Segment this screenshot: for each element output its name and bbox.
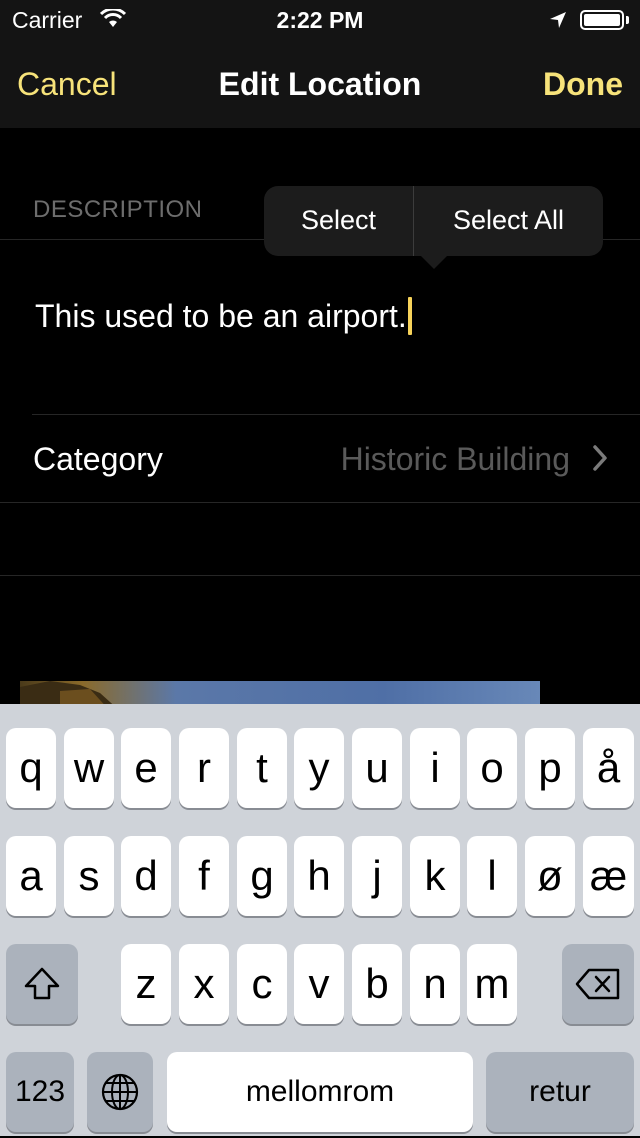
- key-s[interactable]: s: [64, 836, 114, 916]
- backspace-icon: [575, 968, 620, 1000]
- popover-arrow: [420, 255, 448, 269]
- location-arrow-icon: [548, 9, 568, 36]
- key-f[interactable]: f: [179, 836, 229, 916]
- space-key[interactable]: mellomrom: [167, 1052, 473, 1132]
- key-g[interactable]: g: [237, 836, 287, 916]
- text-caret: [407, 297, 412, 335]
- divider: [0, 575, 640, 576]
- status-bar: Carrier 2:22 PM: [0, 0, 640, 40]
- key-k[interactable]: k: [410, 836, 460, 916]
- select-all-menu-item[interactable]: Select All: [414, 205, 603, 236]
- key-h[interactable]: h: [294, 836, 344, 916]
- globe-icon: [101, 1073, 139, 1111]
- description-header: DESCRIPTION: [33, 196, 203, 223]
- chevron-right-icon: [592, 444, 608, 477]
- key-n[interactable]: n: [410, 944, 460, 1024]
- key-j[interactable]: j: [352, 836, 402, 916]
- key-a[interactable]: a: [6, 836, 56, 916]
- category-value: Historic Building: [340, 441, 570, 477]
- key-ae[interactable]: æ: [583, 836, 634, 916]
- category-label: Category: [33, 441, 163, 477]
- description-text: This used to be an airport.: [35, 298, 407, 334]
- key-oslash[interactable]: ø: [525, 836, 575, 916]
- edit-menu-popover: Select Select All: [264, 186, 603, 256]
- key-q[interactable]: q: [6, 728, 56, 808]
- divider: [32, 414, 640, 415]
- description-text-field[interactable]: This used to be an airport.: [35, 297, 412, 335]
- divider: [0, 502, 640, 503]
- key-b[interactable]: b: [352, 944, 402, 1024]
- status-time: 2:22 PM: [276, 7, 364, 33]
- return-key[interactable]: retur: [486, 1052, 634, 1132]
- key-x[interactable]: x: [179, 944, 229, 1024]
- key-t[interactable]: t: [237, 728, 287, 808]
- globe-key[interactable]: [87, 1052, 153, 1132]
- key-m[interactable]: m: [467, 944, 517, 1024]
- key-d[interactable]: d: [121, 836, 171, 916]
- shift-icon: [24, 967, 60, 1000]
- key-o[interactable]: o: [467, 728, 517, 808]
- key-e[interactable]: e: [121, 728, 171, 808]
- done-button[interactable]: Done: [543, 66, 623, 103]
- shift-key[interactable]: [6, 944, 78, 1024]
- key-i[interactable]: i: [410, 728, 460, 808]
- battery-icon: [580, 10, 624, 30]
- navigation-bar: Cancel Edit Location Done: [0, 40, 640, 128]
- key-c[interactable]: c: [237, 944, 287, 1024]
- key-w[interactable]: w: [64, 728, 114, 808]
- select-menu-item[interactable]: Select: [264, 205, 413, 236]
- keyboard: q w e r t y u i o p å a s d f g h j k l …: [0, 704, 640, 1136]
- numbers-key[interactable]: 123: [6, 1052, 74, 1132]
- key-r[interactable]: r: [179, 728, 229, 808]
- key-l[interactable]: l: [467, 836, 517, 916]
- key-y[interactable]: y: [294, 728, 344, 808]
- battery-nub: [626, 16, 629, 24]
- key-p[interactable]: p: [525, 728, 575, 808]
- key-u[interactable]: u: [352, 728, 402, 808]
- key-v[interactable]: v: [294, 944, 344, 1024]
- key-aring[interactable]: å: [583, 728, 634, 808]
- key-z[interactable]: z: [121, 944, 171, 1024]
- backspace-key[interactable]: [562, 944, 634, 1024]
